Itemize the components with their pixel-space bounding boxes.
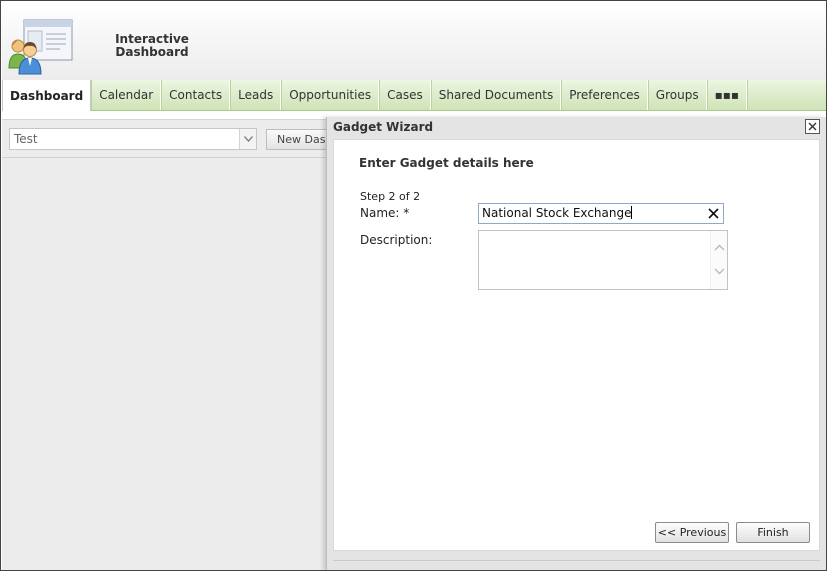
tab-preferences[interactable]: Preferences (561, 80, 648, 110)
main-tabs: Dashboard Calendar Contacts Leads Opport… (2, 80, 826, 111)
step-indicator: Step 2 of 2 (360, 190, 421, 203)
dashboard-select[interactable]: Test (9, 128, 257, 150)
tab-contacts[interactable]: Contacts (161, 80, 231, 110)
gadget-name-value: National Stock Exchange (482, 206, 632, 220)
description-textarea[interactable] (478, 230, 728, 290)
name-label: Name: * (360, 206, 410, 220)
clear-x-icon[interactable] (706, 206, 720, 220)
close-icon[interactable] (805, 119, 820, 134)
dashboard-toolbar: Test New Dash (2, 120, 336, 158)
tab-shared-documents[interactable]: Shared Documents (430, 80, 562, 110)
previous-button[interactable]: << Previous (655, 522, 729, 543)
app-title: Interactive Dashboard (115, 33, 189, 59)
tab-opportunities[interactable]: Opportunities (281, 80, 380, 110)
tab-cases[interactable]: Cases (379, 80, 431, 110)
dashboard-select-value: Test (14, 132, 38, 146)
text-caret (631, 206, 633, 219)
description-label: Description: (360, 233, 433, 247)
gadget-wizard-dialog: Gadget Wizard Enter Gadget details here … (326, 117, 826, 570)
tabbar-filler (746, 80, 826, 110)
description-scrollbar[interactable] (710, 231, 727, 289)
finish-button[interactable]: Finish (736, 522, 810, 543)
chevron-down-icon[interactable] (239, 129, 256, 149)
tab-groups[interactable]: Groups (647, 80, 707, 110)
app-window: Interactive Dashboard Dashboard Calendar… (0, 0, 827, 571)
tab-more-icon[interactable]: ▪▪▪ (706, 80, 747, 110)
chevron-down-icon[interactable] (713, 265, 726, 277)
dialog-footer (333, 551, 820, 561)
app-header: Interactive Dashboard (2, 2, 826, 80)
chevron-up-icon[interactable] (713, 241, 726, 253)
dialog-body: Enter Gadget details here Step 2 of 2 Na… (333, 139, 820, 551)
section-heading: Enter Gadget details here (359, 156, 534, 170)
gadget-name-input[interactable]: National Stock Exchange (478, 203, 724, 224)
tab-calendar[interactable]: Calendar (91, 80, 162, 110)
tab-leads[interactable]: Leads (230, 80, 282, 110)
tab-dashboard[interactable]: Dashboard (2, 80, 92, 111)
dialog-title: Gadget Wizard (333, 120, 434, 134)
app-title-line2: Dashboard (115, 45, 189, 59)
dashboard-workspace: Test New Dash (2, 119, 336, 570)
users-window-icon (8, 18, 74, 76)
